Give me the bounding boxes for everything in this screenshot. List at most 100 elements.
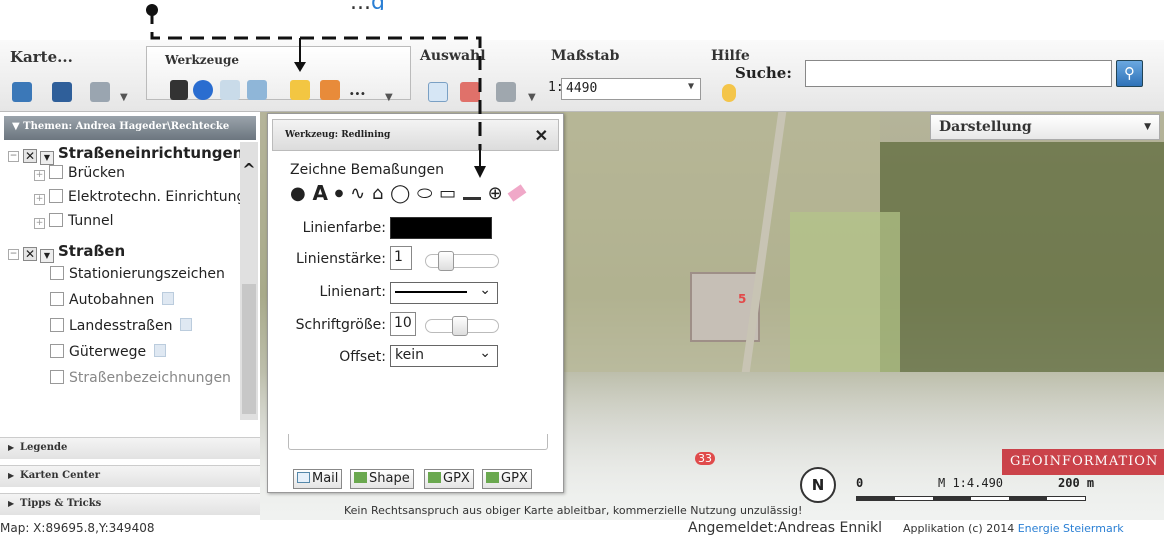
checkbox[interactable] (49, 213, 63, 227)
app-link[interactable]: Energie Steiermark (1018, 522, 1124, 535)
tree-item-elektrotechn[interactable]: + Elektrotechn. Einrichtungen (34, 189, 240, 205)
tree-item-stationierungszeichen[interactable]: Stationierungszeichen (50, 266, 225, 282)
measure-icon[interactable] (247, 80, 267, 100)
line-color-picker[interactable] (390, 217, 492, 239)
tree-item-strassenbezeichnungen[interactable]: Straßenbezeichnungen (50, 370, 231, 386)
tree-item-landesstrassen[interactable]: Landesstraßen (50, 318, 193, 334)
expand-triangle-icon: ▶ (8, 442, 15, 452)
select-multi-icon[interactable] (460, 82, 480, 102)
darstellung-label: Darstellung (939, 119, 1032, 135)
slider-knob[interactable] (438, 251, 454, 271)
dropdown-icon[interactable]: ▼ (40, 151, 54, 165)
checkbox-checked[interactable]: ✕ (23, 149, 37, 163)
help-bulb-icon[interactable] (722, 84, 736, 102)
select-icon[interactable] (428, 82, 448, 102)
info-icon[interactable] (193, 80, 213, 100)
search-button[interactable]: ⚲ (1116, 60, 1143, 87)
scroll-thumb[interactable] (242, 284, 256, 414)
schriftgroesse-input[interactable]: 10 (390, 312, 416, 336)
dimension-tool-icon[interactable] (462, 186, 481, 200)
karte-menu[interactable]: Karte... (10, 48, 73, 66)
massstab-label: Maßstab (551, 48, 620, 64)
globe-tool-icon[interactable]: ⊕ (488, 183, 503, 204)
expand-icon[interactable]: + (34, 194, 45, 205)
tree-scrollbar[interactable]: ^ (240, 142, 258, 420)
slider-knob[interactable] (452, 316, 468, 336)
profile-icon[interactable] (220, 80, 240, 100)
save-icon[interactable] (52, 82, 72, 102)
karte-chevron-down-icon[interactable]: ▼ (120, 92, 128, 103)
darstellung-dropdown[interactable]: Darstellung ▼ (930, 114, 1160, 140)
document-icon[interactable] (162, 292, 175, 305)
linienart-select[interactable]: ⌄ (390, 282, 498, 304)
redlining-icon[interactable] (290, 80, 310, 100)
geoinformation-badge: GEOINFORMATION (1002, 449, 1164, 475)
close-icon[interactable]: ✕ (535, 126, 548, 145)
expand-icon[interactable]: + (34, 218, 45, 229)
collapse-icon[interactable]: − (8, 151, 19, 162)
section-legende[interactable]: ▶ Legende (0, 437, 260, 459)
edit-icon[interactable] (320, 80, 340, 100)
section-label: Karten Center (20, 470, 101, 481)
tree-group-strassen[interactable]: − ✕ ▼ Straßen (8, 242, 125, 263)
point-tool-icon[interactable]: ● (335, 188, 344, 199)
checkbox[interactable] (50, 318, 64, 332)
polygon-tool-icon[interactable]: ⌂ (372, 183, 383, 204)
tree-item-tunnel[interactable]: + Tunnel (34, 213, 114, 229)
checkbox[interactable] (49, 189, 63, 203)
schriftgroesse-slider[interactable] (425, 316, 499, 336)
checkbox[interactable] (50, 292, 64, 306)
mail-icon (297, 472, 310, 483)
tree-item-bruecken[interactable]: + Brücken (34, 165, 125, 181)
mail-button[interactable]: Mail (293, 469, 343, 489)
tree-item-gueterwege[interactable]: Güterwege (50, 344, 167, 360)
scroll-up-icon[interactable]: ^ (240, 160, 258, 179)
checkbox[interactable] (50, 266, 64, 280)
search-input[interactable] (805, 60, 1112, 87)
checkbox-checked[interactable]: ✕ (23, 247, 37, 261)
themes-header[interactable]: ▼ Themen: Andrea Hageder\Rechtecke (4, 116, 256, 140)
search-label: Suche: (735, 64, 792, 82)
shape-export-button[interactable]: Shape (350, 469, 414, 489)
rectangle-tool-icon[interactable]: ▭ (439, 183, 456, 204)
offset-value: kein (395, 347, 424, 363)
more-tools-button[interactable]: ... (349, 80, 366, 99)
checkbox[interactable] (50, 344, 64, 358)
linienstaerke-slider[interactable] (425, 251, 499, 271)
ellipse-tool-icon[interactable]: ⬭ (417, 183, 432, 204)
werkzeuge-chevron-down-icon[interactable]: ▼ (385, 92, 393, 103)
gpx-export-icon (428, 472, 441, 483)
document-icon[interactable] (154, 344, 167, 357)
binoculars-icon[interactable] (170, 80, 188, 100)
auswahl-chevron-down-icon[interactable]: ▼ (528, 92, 536, 103)
open-folder-icon[interactable] (12, 82, 32, 102)
select-clear-icon[interactable] (496, 82, 516, 102)
linienstaerke-input[interactable]: 1 (390, 246, 412, 270)
map-marker-33: 33 (695, 452, 715, 465)
expand-icon[interactable]: + (34, 170, 45, 181)
checkbox[interactable] (50, 370, 64, 384)
section-label: Tipps & Tricks (20, 498, 102, 509)
offset-select[interactable]: kein ⌄ (390, 345, 498, 367)
map-pin-icon[interactable]: ● (290, 183, 306, 204)
gpx-import-button[interactable]: GPX (482, 469, 532, 489)
tree-item-autobahnen[interactable]: Autobahnen (50, 292, 175, 308)
line-tool-icon[interactable]: ∿ (350, 183, 365, 204)
dropdown-icon[interactable]: ▼ (40, 249, 54, 263)
section-tipps-tricks[interactable]: ▶ Tipps & Tricks (0, 493, 260, 515)
tree-group-strasseneinrichtungen[interactable]: − ✕ ▼ Straßeneinrichtungen (8, 144, 240, 165)
tree-label: Autobahnen (69, 292, 155, 308)
section-karten-center[interactable]: ▶ Karten Center (0, 465, 260, 487)
print-icon[interactable] (90, 82, 110, 102)
eraser-icon[interactable] (508, 184, 527, 202)
checkbox[interactable] (49, 165, 63, 179)
document-icon[interactable] (180, 318, 193, 331)
cropped-header-dark: ... (350, 0, 371, 10)
circle-tool-icon[interactable]: ◯ (390, 183, 410, 204)
collapse-icon[interactable]: − (8, 249, 19, 260)
dialog-title-bar[interactable]: Werkzeug: Redlining ✕ (272, 119, 559, 151)
scale-select[interactable]: 4490 ▼ (561, 78, 701, 100)
auswahl-label: Auswahl (420, 48, 486, 64)
text-tool-icon[interactable]: A (312, 181, 327, 205)
gpx-export-button[interactable]: GPX (424, 469, 474, 489)
